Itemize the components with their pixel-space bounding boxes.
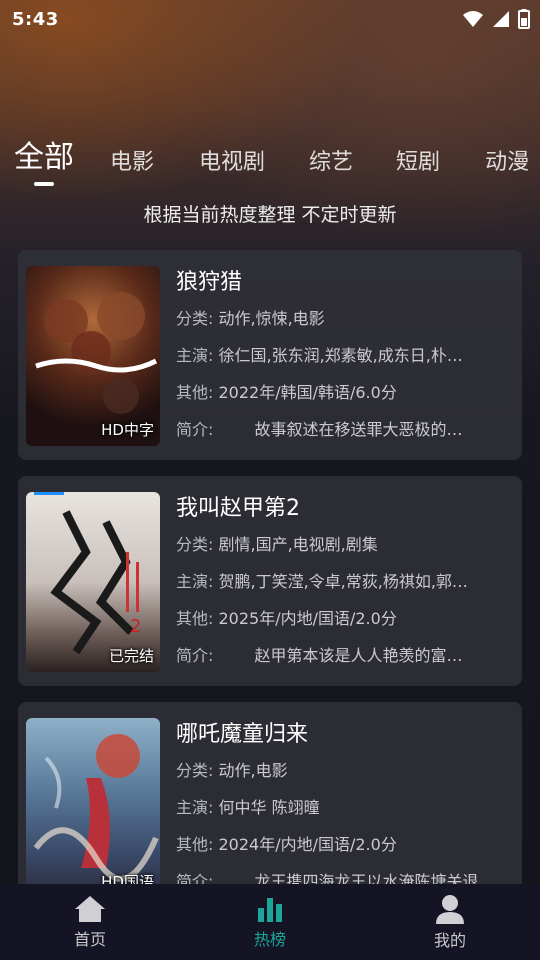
tab-short-drama[interactable]: 短剧 xyxy=(396,144,440,190)
list-item[interactable]: HD中字 狼狩猎 分类: 动作,惊悚,电影 主演: 徐仁国,张东润,郑素敏,成东… xyxy=(18,250,522,460)
tab-label: 电影 xyxy=(110,150,155,175)
status-badge: 已完结 xyxy=(108,647,154,665)
category-tabs: 全部 电影 电视剧 综艺 短剧 动漫 xyxy=(0,130,540,190)
tab-label: 短剧 xyxy=(396,150,441,175)
status-icons xyxy=(462,9,530,29)
battery-icon xyxy=(518,9,530,29)
signal-icon xyxy=(493,11,509,27)
poster-ribbon xyxy=(34,492,64,495)
item-intro: 简介: 龙王携四海龙王以水淹陈塘关退… xyxy=(176,872,495,884)
poster-image[interactable]: HD中字 xyxy=(26,266,160,446)
tab-all[interactable]: 全部 xyxy=(14,132,74,190)
poster-art xyxy=(33,734,159,882)
item-title[interactable]: 狼狩猎 xyxy=(176,266,506,300)
status-bar: 5:43 xyxy=(0,0,540,38)
item-title[interactable]: 我叫赵甲第2 xyxy=(176,492,506,526)
active-tab-indicator xyxy=(34,182,54,186)
item-category: 分类: 动作,惊悚,电影 xyxy=(176,309,325,328)
item-other: 其他: 2024年/内地/国语/2.0分 xyxy=(176,835,397,854)
item-title[interactable]: 哪吒魔童归来 xyxy=(176,718,506,752)
list-item[interactable]: HD国语 哪吒魔童归来 分类: 动作,电影 主演: 何中华 陈翊曈 其他: 20… xyxy=(18,702,522,884)
item-cast: 主演: 贺鹏,丁笑滢,令卓,常荻,杨祺如,郭… xyxy=(176,572,468,591)
ranking-list[interactable]: HD中字 狼狩猎 分类: 动作,惊悚,电影 主演: 徐仁国,张东润,郑素敏,成东… xyxy=(0,248,540,884)
tab-label: 动漫 xyxy=(485,150,530,175)
wifi-icon xyxy=(463,11,483,27)
nav-mine[interactable]: 我的 xyxy=(390,893,510,951)
tab-tv-series[interactable]: 电视剧 xyxy=(199,144,265,190)
ranking-subtitle: 根据当前热度整理 不定时更新 xyxy=(143,204,397,226)
quality-badge: HD中字 xyxy=(101,421,154,439)
nav-label: 热榜 xyxy=(253,930,286,949)
tab-variety[interactable]: 综艺 xyxy=(309,144,353,190)
tab-label: 全部 xyxy=(14,140,74,175)
item-intro: 简介: 故事叙述在移送罪大恶极的… xyxy=(176,420,463,439)
home-icon xyxy=(75,896,105,922)
quality-badge: HD国语 xyxy=(101,873,154,884)
tab-label: 电视剧 xyxy=(199,150,266,175)
tab-anime[interactable]: 动漫 xyxy=(485,144,529,190)
bottom-navigation: 首页 热榜 我的 xyxy=(0,884,540,960)
item-intro: 简介: 赵甲第本该是人人艳羡的富… xyxy=(176,646,463,665)
item-cast: 主演: 徐仁国,张东润,郑素敏,成东日,朴… xyxy=(176,346,463,365)
poster-image[interactable]: HD国语 xyxy=(26,718,160,884)
item-category: 分类: 动作,电影 xyxy=(176,761,288,780)
item-category: 分类: 剧情,国产,电视剧,剧集 xyxy=(176,535,378,554)
item-info: 我叫赵甲第2 分类: 剧情,国产,电视剧,剧集 主演: 贺鹏,丁笑滢,令卓,常荻… xyxy=(176,492,506,674)
nav-hot-list[interactable]: 热榜 xyxy=(210,894,330,950)
poster-image[interactable]: 2 已完结 xyxy=(26,492,160,672)
status-time: 5:43 xyxy=(12,8,59,30)
tab-label: 综艺 xyxy=(309,150,354,175)
item-other: 其他: 2022年/韩国/韩语/6.0分 xyxy=(176,383,397,402)
user-icon xyxy=(436,895,464,924)
chart-icon xyxy=(258,898,282,922)
nav-label: 我的 xyxy=(433,931,466,950)
item-cast: 主演: 何中华 陈翊曈 xyxy=(176,798,320,817)
item-other: 其他: 2025年/内地/国语/2.0分 xyxy=(176,609,397,628)
item-info: 哪吒魔童归来 分类: 动作,电影 主演: 何中华 陈翊曈 其他: 2024年/内… xyxy=(176,718,506,884)
nav-home[interactable]: 首页 xyxy=(30,894,150,950)
list-item[interactable]: 2 已完结 我叫赵甲第2 分类: 剧情,国产,电视剧,剧集 主演: 贺鹏,丁笑滢… xyxy=(18,476,522,686)
svg-text:2: 2 xyxy=(130,616,141,637)
item-info: 狼狩猎 分类: 动作,惊悚,电影 主演: 徐仁国,张东润,郑素敏,成东日,朴… … xyxy=(176,266,506,448)
tab-movie[interactable]: 电影 xyxy=(110,144,154,190)
nav-label: 首页 xyxy=(73,930,106,949)
